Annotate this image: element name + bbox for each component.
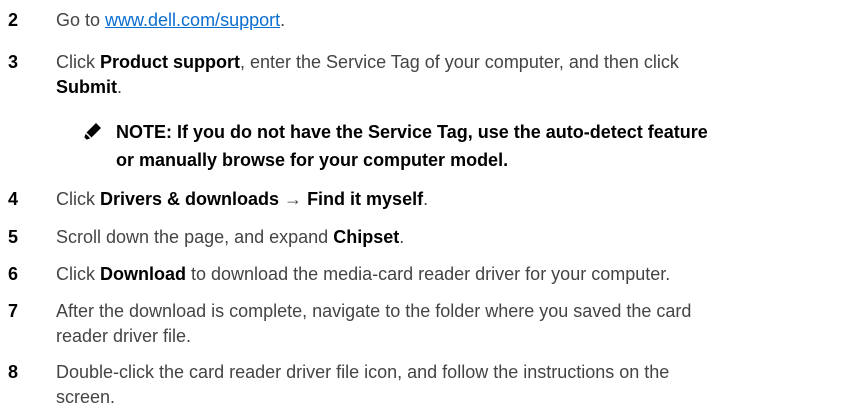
ui-term: Submit (56, 77, 117, 97)
step-text-part: , enter the Service Tag of your computer… (240, 52, 679, 72)
step-text-part: to download the media-card reader driver… (186, 264, 671, 284)
step-text-part: . (280, 10, 286, 30)
step-number: 2 (8, 10, 19, 30)
note-line: NOTE: If you do not have the Service Tag… (116, 122, 708, 142)
step-text-part: . (117, 77, 123, 97)
step-text-line: After the download is complete, navigate… (56, 301, 692, 321)
step-number: 6 (8, 264, 19, 284)
step-number: 3 (8, 52, 19, 72)
step-text-part: . (423, 189, 429, 209)
ui-term: Chipset (333, 227, 400, 247)
ui-term: Product support (100, 52, 240, 72)
step-text-line: screen. (56, 387, 116, 407)
document-page: 2 Go to www.dell.com/support. 3 Click Pr… (0, 0, 861, 417)
step-text-line: reader driver file. (56, 326, 192, 346)
step-text-part: Click (56, 52, 100, 72)
arrow-separator: → (279, 189, 308, 209)
step-text-line: Double-click the card reader driver file… (56, 362, 670, 382)
step-text-part: . (399, 227, 405, 247)
step-text-part: Go to (56, 10, 106, 30)
step-text-part: Scroll down the page, and expand (56, 227, 334, 247)
step-text: After the download is complete, navigate… (56, 299, 846, 349)
step-text: Click Download to download the media-car… (56, 262, 846, 287)
step-number: 4 (8, 189, 19, 209)
step-text: Double-click the card reader driver file… (56, 360, 846, 410)
step-number: 5 (8, 227, 19, 247)
note-line: or manually browse for your computer mod… (116, 150, 509, 170)
step-number: 8 (8, 362, 19, 382)
ui-term: Find it myself (307, 189, 424, 209)
ui-term: Drivers & downloads (100, 189, 280, 209)
step-text: Click Product support, enter the Service… (56, 50, 846, 100)
ui-term: Download (100, 264, 186, 284)
step-text-part: Click (56, 189, 100, 209)
step-text: Scroll down the page, and expand Chipset… (56, 225, 846, 250)
note-text: NOTE: If you do not have the Service Tag… (116, 118, 846, 174)
step-number: 7 (8, 301, 19, 321)
step-text: Go to www.dell.com/support. (56, 8, 846, 33)
step-text-part: Click (56, 264, 100, 284)
note-box: NOTE: If you do not have the Service Tag… (80, 118, 850, 178)
support-link[interactable]: www.dell.com/support (105, 10, 280, 30)
pencil-note-icon (83, 123, 101, 141)
step-text: Click Drivers & downloads → Find it myse… (56, 187, 846, 212)
